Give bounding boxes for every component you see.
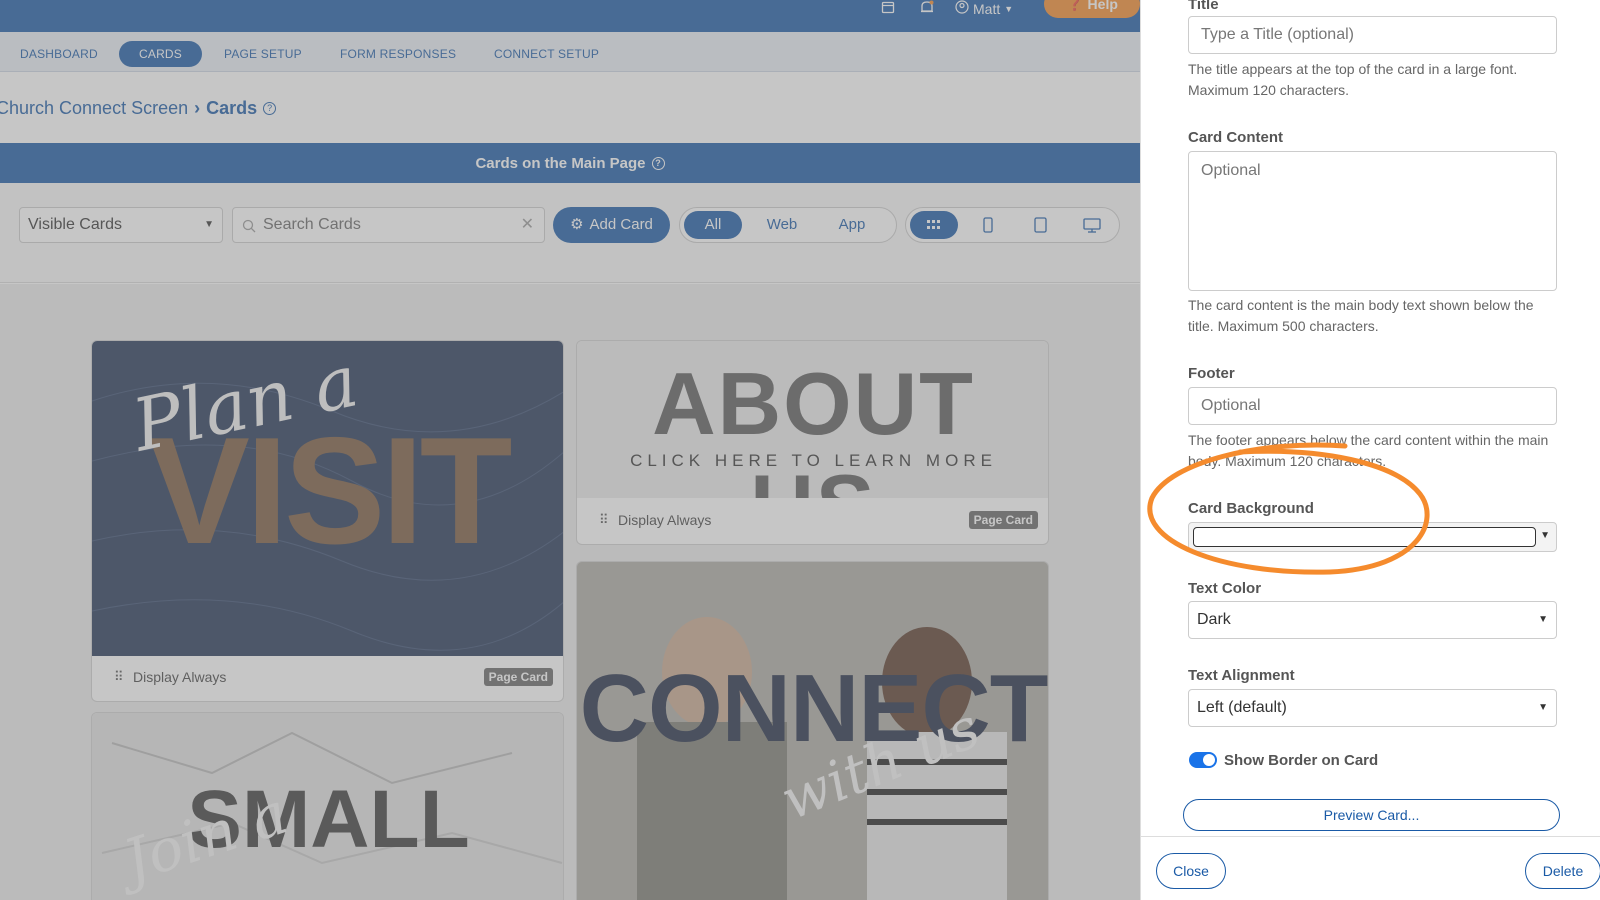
- card-display-rule: Display Always: [133, 669, 227, 685]
- nav-form-responses[interactable]: FORM RESPONSES: [340, 41, 456, 67]
- breadcrumb: Church Connect Screen › Cards ?: [0, 98, 277, 119]
- add-card-button[interactable]: ⚙ Add Card: [553, 207, 670, 243]
- card-connect-with-us[interactable]: CONNECT with us: [576, 561, 1049, 900]
- question-icon: ❓: [1066, 0, 1084, 11]
- card-content-textarea[interactable]: Optional: [1188, 151, 1557, 291]
- search-icon: [242, 208, 256, 242]
- footer-help: The footer appears below the card conten…: [1188, 432, 1549, 469]
- platform-tab-app[interactable]: App: [822, 211, 882, 239]
- section-title: Cards on the Main Page: [475, 154, 646, 172]
- help-label: Help: [1087, 0, 1118, 12]
- panel-footer: Close Delete: [1141, 836, 1600, 900]
- breadcrumb-parent[interactable]: Church Connect Screen: [0, 98, 188, 119]
- card-type-badge: Page Card: [968, 511, 1038, 529]
- text-alignment-label: Text Alignment: [1188, 667, 1295, 684]
- text-color-select[interactable]: Dark ▼: [1188, 601, 1557, 639]
- nav-dashboard[interactable]: DASHBOARD: [20, 41, 98, 67]
- breadcrumb-separator: ›: [194, 98, 201, 118]
- card-subline: CLICK HERE TO LEARN MORE: [630, 451, 997, 470]
- cards-grid: VISIT Plan a ⠿ Display Always Page Card …: [0, 284, 1140, 900]
- card-image: VISIT Plan a: [92, 341, 563, 656]
- card-image: ABOUT US CLICK HERE TO LEARN MORE: [577, 341, 1048, 498]
- visibility-filter-value: Visible Cards: [28, 216, 122, 233]
- platform-tab-web[interactable]: Web: [752, 211, 812, 239]
- clear-icon[interactable]: ✕: [521, 208, 534, 242]
- card-content-help: The card content is the main body text s…: [1188, 297, 1534, 334]
- close-button[interactable]: Close: [1156, 853, 1226, 889]
- text-alignment-select[interactable]: Left (default) ▼: [1188, 689, 1557, 727]
- help-button[interactable]: ❓ Help: [1044, 0, 1140, 18]
- card-content-placeholder: Optional: [1201, 162, 1261, 179]
- drag-handle-icon[interactable]: ⠿: [599, 512, 609, 528]
- nav-connect-setup[interactable]: CONNECT SETUP: [494, 41, 599, 67]
- title-input[interactable]: Type a Title (optional): [1188, 16, 1557, 54]
- bell-icon[interactable]: [919, 0, 935, 19]
- text-color-value: Dark: [1197, 611, 1231, 628]
- delete-button[interactable]: Delete: [1525, 853, 1600, 889]
- platform-filter: All Web App: [679, 207, 897, 243]
- calendar-icon[interactable]: [881, 0, 895, 18]
- card-join-a-small-group[interactable]: SMALL Join a: [91, 712, 564, 900]
- text-color-label: Text Color: [1188, 580, 1262, 597]
- card-headline: ABOUT US: [652, 354, 975, 498]
- cards-toolbar: Visible Cards ▼ Search Cards ✕ ⚙ Add Car…: [0, 183, 1140, 283]
- nav-page-setup[interactable]: PAGE SETUP: [224, 41, 302, 67]
- footer-label: Footer: [1188, 365, 1235, 382]
- search-cards-input[interactable]: Search Cards ✕: [232, 207, 545, 243]
- card-about-us[interactable]: ABOUT US CLICK HERE TO LEARN MORE ⠿ Disp…: [576, 340, 1049, 545]
- drag-handle-icon[interactable]: ⠿: [114, 669, 124, 685]
- card-background-picker[interactable]: ▼: [1188, 522, 1557, 552]
- search-placeholder: Search Cards: [263, 216, 361, 233]
- grid-icon[interactable]: [910, 211, 958, 239]
- question-icon[interactable]: ?: [651, 156, 665, 170]
- main-nav: DASHBOARD CARDS PAGE SETUP FORM RESPONSE…: [0, 32, 1140, 72]
- chevron-down-icon: ▼: [1538, 614, 1548, 625]
- question-icon[interactable]: ?: [263, 102, 277, 115]
- phone-icon[interactable]: [966, 211, 1010, 239]
- card-background-label: Card Background: [1188, 500, 1314, 517]
- user-name: Matt: [973, 0, 1001, 17]
- title-label: Title: [1188, 0, 1219, 13]
- card-plan-a-visit[interactable]: VISIT Plan a ⠿ Display Always Page Card: [91, 340, 564, 702]
- platform-tab-all[interactable]: All: [684, 211, 742, 239]
- title-help: The title appears at the top of the card…: [1188, 61, 1518, 98]
- card-type-badge: Page Card: [483, 668, 553, 686]
- card-background-swatch: [1193, 527, 1536, 547]
- top-bar: Matt ▼ ❓ Help: [0, 0, 1140, 32]
- breadcrumb-current: Cards: [206, 98, 258, 118]
- visibility-filter-select[interactable]: Visible Cards ▼: [19, 207, 223, 243]
- tablet-icon[interactable]: [1016, 211, 1064, 239]
- footer-input[interactable]: Optional: [1188, 387, 1557, 425]
- card-footer: ⠿ Display Always Page Card: [92, 655, 563, 701]
- card-image: SMALL Join a: [92, 713, 563, 900]
- show-border-label: Show Border on Card: [1224, 752, 1379, 769]
- card-edit-panel: Title Type a Title (optional) The title …: [1140, 0, 1600, 900]
- chevron-down-icon: ▼: [204, 219, 214, 230]
- user-icon: [955, 0, 969, 17]
- title-placeholder: Type a Title (optional): [1201, 26, 1354, 43]
- card-image: CONNECT with us: [577, 562, 1048, 900]
- user-menu[interactable]: Matt ▼: [955, 0, 1013, 17]
- footer-placeholder: Optional: [1201, 397, 1261, 414]
- text-alignment-value: Left (default): [1197, 699, 1287, 716]
- show-border-toggle[interactable]: [1189, 752, 1217, 768]
- nav-cards[interactable]: CARDS: [119, 41, 203, 67]
- card-content-label: Card Content: [1188, 129, 1283, 146]
- chevron-down-icon: ▼: [1004, 3, 1014, 14]
- preview-card-button[interactable]: Preview Card...: [1183, 799, 1560, 831]
- add-card-label: Add Card: [589, 216, 653, 233]
- card-display-rule: Display Always: [618, 512, 712, 528]
- card-footer: ⠿ Display Always Page Card: [577, 498, 1048, 544]
- chevron-down-icon: ▼: [1540, 530, 1550, 541]
- desktop-icon[interactable]: [1068, 211, 1116, 239]
- section-header: Cards on the Main Page ?: [0, 143, 1140, 183]
- gear-icon: ⚙: [570, 216, 584, 233]
- device-filter: [905, 207, 1120, 243]
- app-main: Matt ▼ ❓ Help DASHBOARD CARDS PAGE SETUP…: [0, 0, 1140, 900]
- chevron-down-icon: ▼: [1538, 702, 1548, 713]
